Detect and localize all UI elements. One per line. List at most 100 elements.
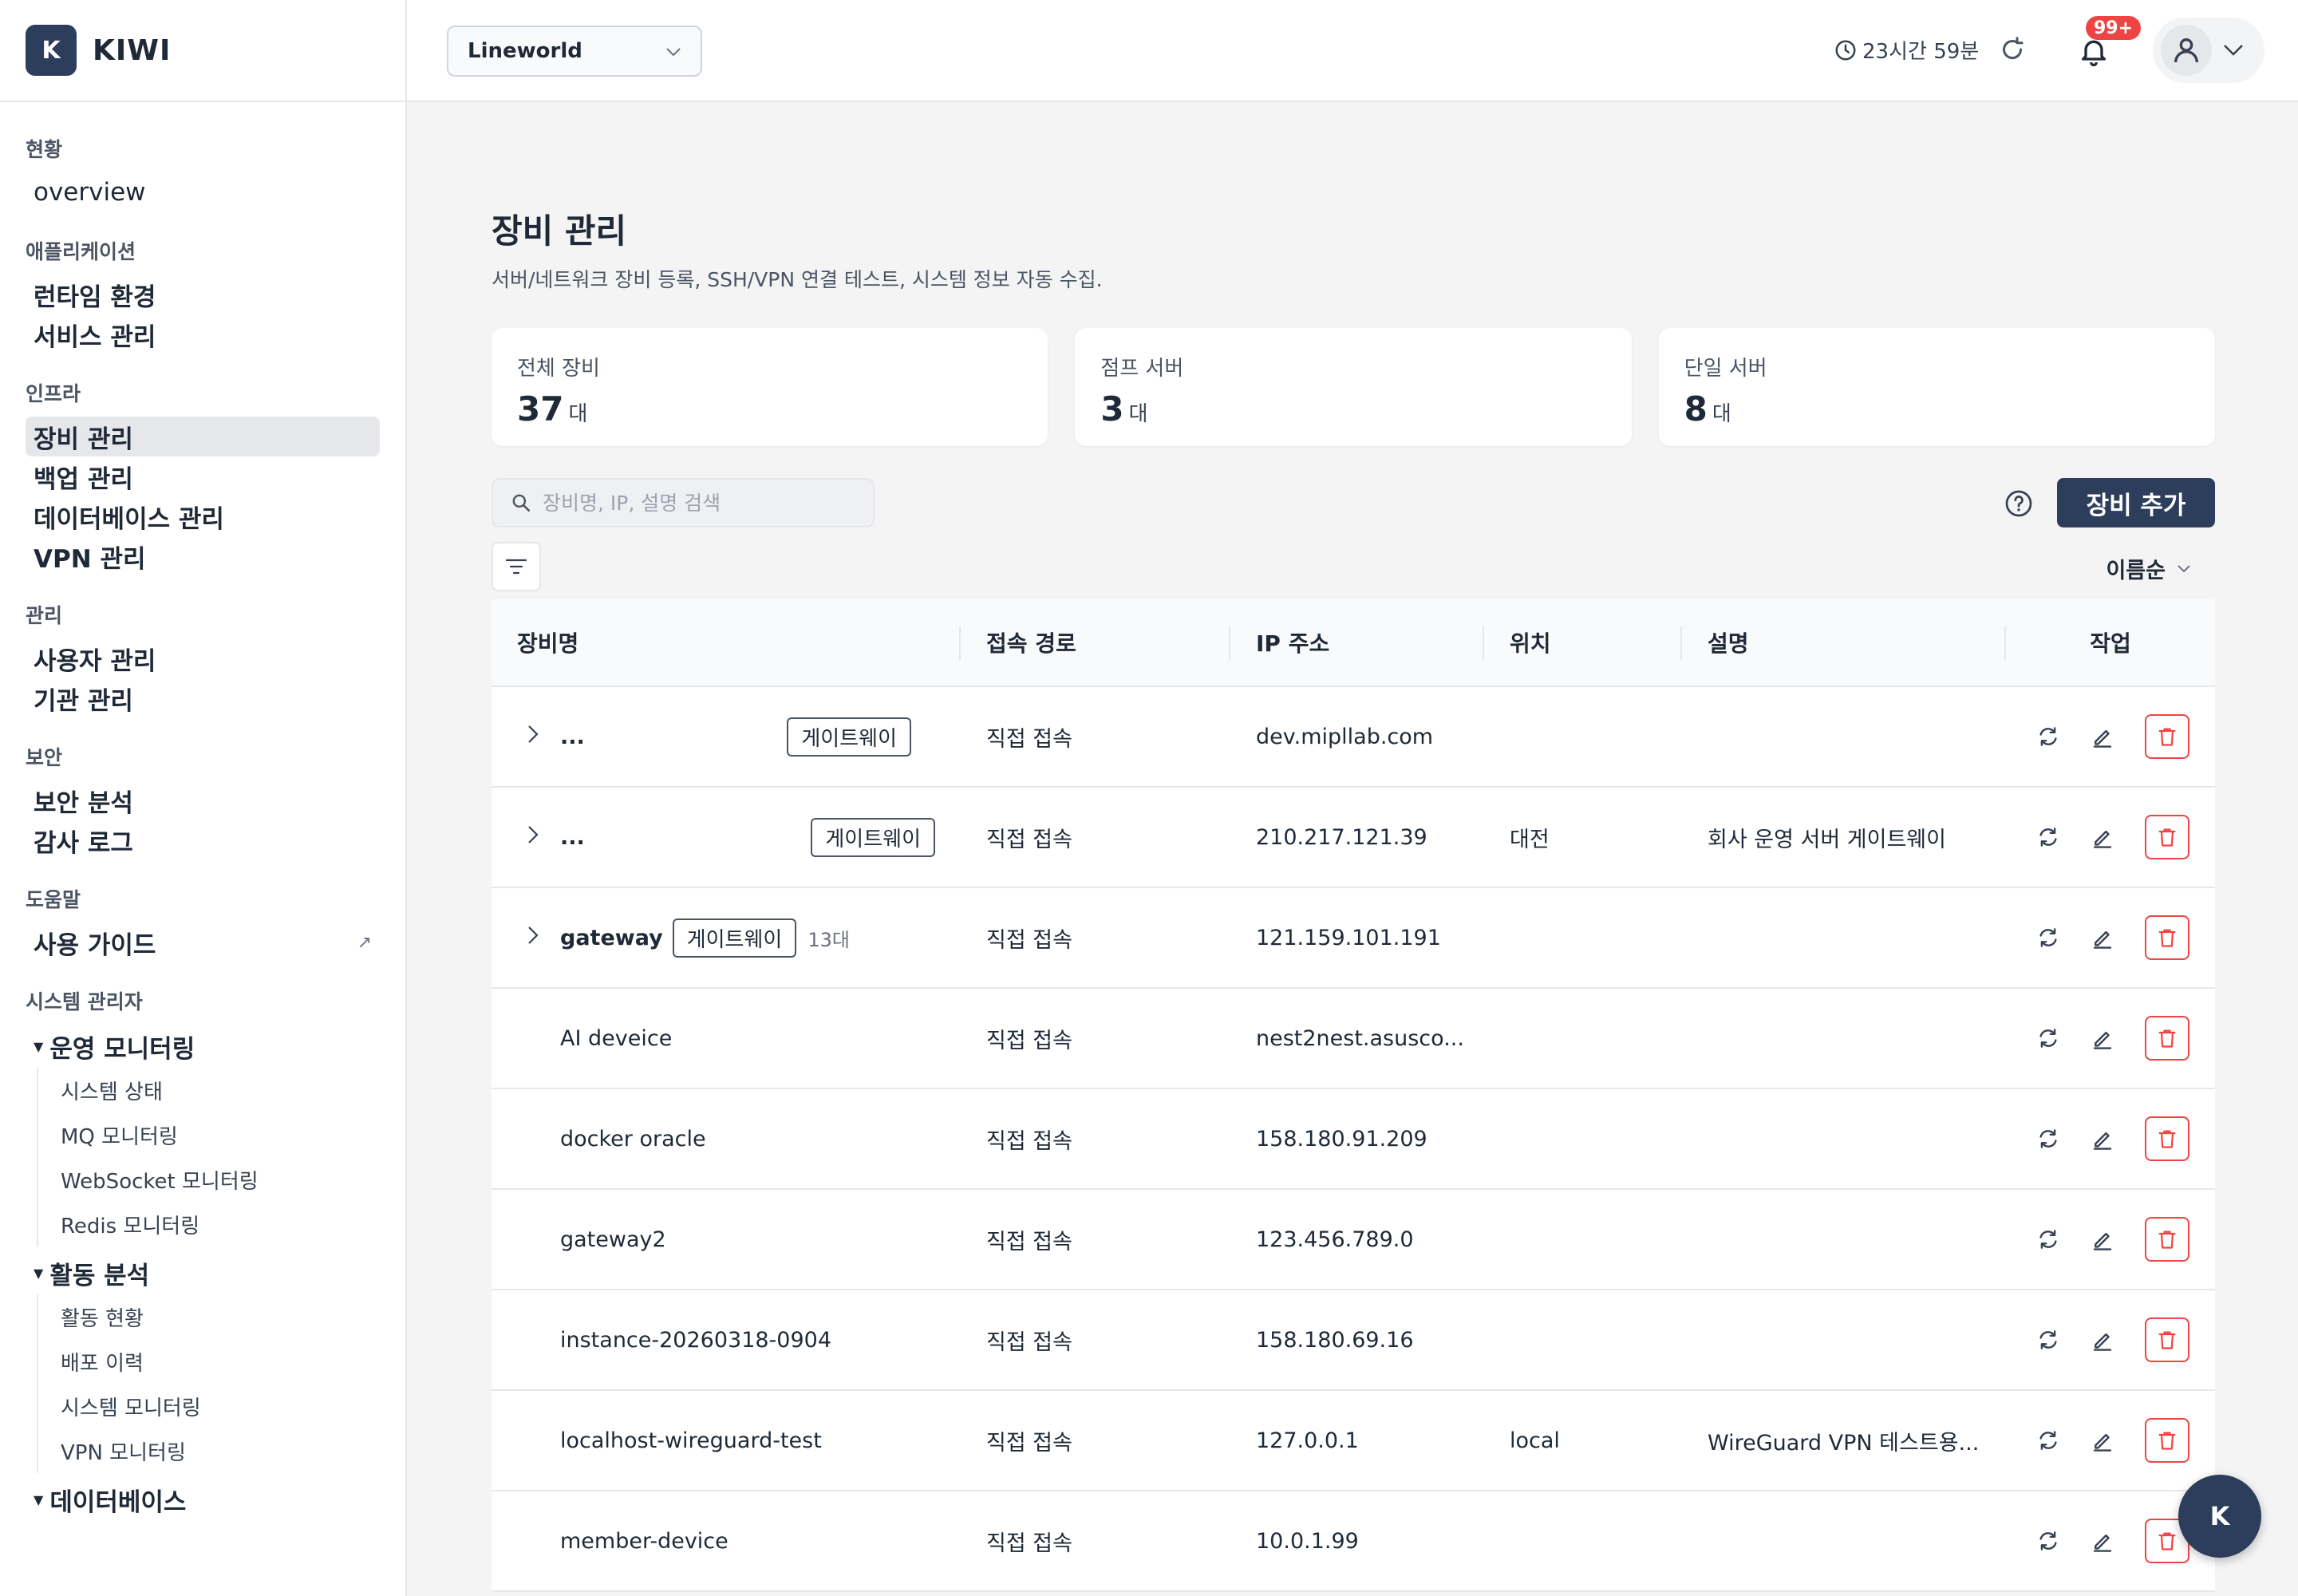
- sidebar-item-label: 감사 로그: [34, 828, 133, 858]
- delete-button[interactable]: [2145, 1317, 2189, 1362]
- edit-button[interactable]: [2091, 1529, 2114, 1553]
- cell-description: WireGuard VPN 테스트용...: [1708, 1430, 1980, 1456]
- caret-down-icon: ▼: [34, 1265, 44, 1281]
- sidebar-item-overview[interactable]: overview: [26, 172, 380, 212]
- sidebar-section-ops-monitoring[interactable]: ▼ 운영 모니터링: [26, 1025, 380, 1068]
- sidebar-item-services[interactable]: 서비스 관리: [26, 314, 380, 354]
- sidebar-section-activity-analysis[interactable]: ▼ 활동 분석: [26, 1251, 380, 1294]
- sidebar-item-system-monitoring[interactable]: 시스템 모니터링: [61, 1384, 380, 1428]
- sidebar-item-redis-monitoring[interactable]: Redis 모니터링: [61, 1202, 380, 1246]
- column-header-location[interactable]: 위치: [1484, 599, 1682, 685]
- delete-button[interactable]: [2145, 815, 2189, 859]
- cell-location: [1484, 888, 1682, 987]
- table-row[interactable]: instance-20260318-0904 직접 접속 158.180.69.…: [492, 1290, 2215, 1391]
- toolbar-secondary: 이름순: [492, 542, 2215, 599]
- delete-button[interactable]: [2145, 1116, 2189, 1161]
- search-input[interactable]: [543, 491, 862, 515]
- add-device-button[interactable]: 장비 추가: [2057, 478, 2215, 527]
- column-header-ip[interactable]: IP 주소: [1230, 599, 1484, 685]
- delete-button[interactable]: [2145, 915, 2189, 960]
- edit-button[interactable]: [2091, 926, 2114, 950]
- user-menu-button[interactable]: [2153, 18, 2264, 83]
- edit-button[interactable]: [2091, 825, 2114, 849]
- refresh-session-button[interactable]: [1998, 35, 2027, 67]
- sync-button[interactable]: [2036, 1529, 2060, 1553]
- sidebar-section-database[interactable]: ▼ 데이터베이스: [26, 1478, 380, 1521]
- sidebar-item-websocket-monitoring[interactable]: WebSocket 모니터링: [61, 1157, 380, 1202]
- sidebar-item-system-status[interactable]: 시스템 상태: [61, 1068, 380, 1112]
- cell-actions: [2006, 687, 2215, 786]
- cell-description: [1682, 888, 2006, 987]
- sync-button[interactable]: [2036, 1227, 2060, 1251]
- sidebar-item-databases[interactable]: 데이터베이스 관리: [26, 496, 380, 536]
- caret-down-icon: ▼: [34, 1491, 44, 1507]
- device-name: ...: [560, 724, 585, 749]
- table-row[interactable]: docker oracle 직접 접속 158.180.91.209: [492, 1089, 2215, 1190]
- sidebar-item-mq-monitoring[interactable]: MQ 모니터링: [61, 1112, 380, 1157]
- cell-ip: nest2nest.asusco...: [1256, 1025, 1464, 1051]
- table-row[interactable]: gateway 게이트웨이 13대 직접 접속 121.159.101.191: [492, 888, 2215, 989]
- edit-button[interactable]: [2091, 1127, 2114, 1151]
- cell-name: localhost-wireguard-test: [492, 1391, 961, 1490]
- table-row[interactable]: gateway2 직접 접속 123.456.789.0: [492, 1190, 2215, 1290]
- sidebar-item-orgs[interactable]: 기관 관리: [26, 678, 380, 718]
- sidebar-item-runtime[interactable]: 런타임 환경: [26, 275, 380, 314]
- sync-button[interactable]: [2036, 926, 2060, 950]
- edit-button[interactable]: [2091, 1428, 2114, 1452]
- help-button[interactable]: [2004, 489, 2033, 521]
- column-header-route[interactable]: 접속 경로: [961, 599, 1230, 685]
- edit-button[interactable]: [2091, 1227, 2114, 1251]
- table-row[interactable]: ... 게이트웨이 직접 접속 dev.mipllab.com: [492, 687, 2215, 788]
- sidebar-item-security-analysis[interactable]: 보안 분석: [26, 780, 380, 820]
- sidebar-nav: 현황 overview 애플리케이션 런타임 환경 서비스 관리 인프라 장비 …: [0, 102, 405, 1521]
- sync-button[interactable]: [2036, 825, 2060, 849]
- chevron-right-icon[interactable]: [527, 724, 549, 749]
- gateway-tag: 게이트웨이: [811, 817, 935, 857]
- sidebar-item-guide[interactable]: 사용 가이드 ↗: [26, 922, 380, 962]
- delete-button[interactable]: [2145, 1217, 2189, 1262]
- nav-group-label: 관리: [26, 604, 63, 627]
- trash-icon: [2158, 828, 2176, 847]
- sort-select[interactable]: 이름순: [2106, 553, 2191, 584]
- sidebar-item-vpn[interactable]: VPN 관리: [26, 536, 380, 576]
- sidebar-item-vpn-monitoring[interactable]: VPN 모니터링: [61, 1428, 380, 1473]
- refresh-icon: [2039, 928, 2057, 947]
- sync-button[interactable]: [2036, 1026, 2060, 1050]
- sidebar-item-devices[interactable]: 장비 관리: [26, 417, 380, 456]
- edit-button[interactable]: [2091, 1328, 2114, 1352]
- cell-name: gateway2: [492, 1190, 961, 1289]
- cell-ip: 123.456.789.0: [1256, 1227, 1414, 1252]
- table-row[interactable]: member-device 직접 접속 10.0.1.99: [492, 1491, 2215, 1592]
- table-row[interactable]: ... 게이트웨이 직접 접속 210.217.121.39 대전 회사 운영 …: [492, 788, 2215, 888]
- delete-button[interactable]: [2145, 1418, 2189, 1463]
- trash-icon: [2158, 1029, 2176, 1048]
- table-row[interactable]: localhost-wireguard-test 직접 접속 127.0.0.1…: [492, 1391, 2215, 1491]
- chevron-right-icon[interactable]: [527, 925, 549, 950]
- search-icon: [512, 494, 531, 512]
- column-header-name[interactable]: 장비명: [492, 599, 961, 685]
- sync-button[interactable]: [2036, 725, 2060, 749]
- column-header-description[interactable]: 설명: [1682, 599, 2006, 685]
- pencil-icon: [2093, 1333, 2112, 1351]
- sync-button[interactable]: [2036, 1328, 2060, 1352]
- cell-actions: [2006, 989, 2215, 1088]
- table-row[interactable]: AI deveice 직접 접속 nest2nest.asusco...: [492, 989, 2215, 1089]
- sidebar-item-backups[interactable]: 백업 관리: [26, 456, 380, 496]
- sidebar-item-users[interactable]: 사용자 관리: [26, 638, 380, 678]
- edit-button[interactable]: [2091, 725, 2114, 749]
- org-select[interactable]: Lineworld: [447, 26, 702, 77]
- cell-actions: [2006, 1391, 2215, 1490]
- sync-button[interactable]: [2036, 1428, 2060, 1452]
- chevron-right-icon[interactable]: [527, 824, 549, 850]
- assistant-fab[interactable]: K: [2178, 1475, 2261, 1558]
- delete-button[interactable]: [2145, 1016, 2189, 1061]
- filter-button[interactable]: [492, 542, 541, 591]
- edit-button[interactable]: [2091, 1026, 2114, 1050]
- sidebar-item-deploy-history[interactable]: 배포 이력: [61, 1339, 380, 1384]
- delete-button[interactable]: [2145, 714, 2189, 759]
- sidebar-item-audit-log[interactable]: 감사 로그: [26, 820, 380, 860]
- sync-button[interactable]: [2036, 1127, 2060, 1151]
- page-subtitle: 서버/네트워크 장비 등록, SSH/VPN 연결 테스트, 시스템 정보 자동…: [492, 268, 1103, 291]
- sidebar-item-activity-status[interactable]: 활동 현황: [61, 1294, 380, 1339]
- brand[interactable]: K KIWI: [0, 0, 405, 102]
